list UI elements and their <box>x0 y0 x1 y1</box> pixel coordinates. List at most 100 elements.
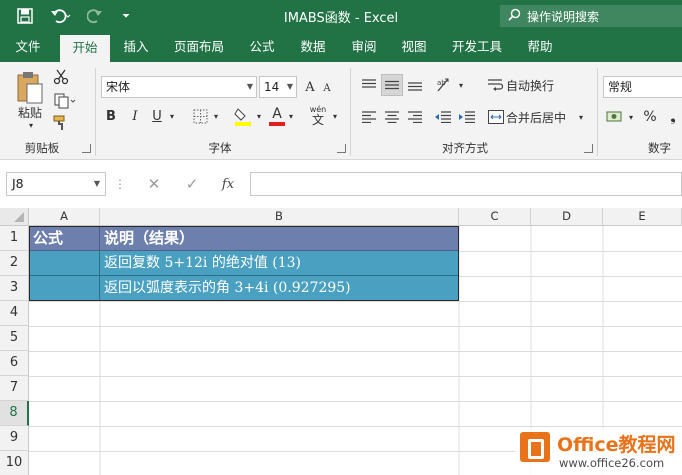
font-color-dropdown-icon[interactable]: ▾ <box>286 108 296 124</box>
font-size-value: 14 <box>264 80 280 94</box>
fill-color-icon[interactable] <box>232 104 254 128</box>
save-icon[interactable] <box>14 5 36 27</box>
align-middle-icon[interactable] <box>381 74 403 96</box>
cut-icon[interactable] <box>52 68 70 86</box>
confirm-entry-icon[interactable]: ✓ <box>178 174 206 194</box>
decrease-indent-icon[interactable] <box>432 106 454 128</box>
alignment-group-label: 对齐方式 <box>442 141 488 155</box>
row-header-3[interactable]: 3 <box>0 276 29 301</box>
format-painter-icon[interactable] <box>52 114 70 132</box>
tab-developer[interactable]: 开发工具 <box>444 32 510 62</box>
insert-function-icon[interactable]: fx <box>214 174 242 194</box>
paste-icon[interactable] <box>12 68 48 108</box>
group-divider <box>95 68 96 156</box>
row-header-8[interactable]: 8 <box>0 401 29 426</box>
wrap-text-button[interactable]: 自动换行 <box>506 74 560 96</box>
italic-button[interactable]: I <box>126 106 144 126</box>
name-box[interactable]: J8 ▼ <box>6 172 106 196</box>
font-size-select[interactable]: 14 ▼ <box>259 76 297 98</box>
row-header-7[interactable]: 7 <box>0 376 29 401</box>
tab-review[interactable]: 审阅 <box>342 32 386 62</box>
paste-button[interactable]: 粘贴 <box>12 104 48 120</box>
borders-icon[interactable] <box>190 106 210 126</box>
row-header-4[interactable]: 4 <box>0 301 29 326</box>
row-header-10[interactable]: 10 <box>0 451 29 475</box>
search-box[interactable]: 操作说明搜索 <box>500 5 682 27</box>
decrease-font-icon[interactable]: A <box>320 80 334 96</box>
align-top-icon[interactable] <box>358 74 380 96</box>
cell-a1[interactable]: 公式 <box>29 226 100 251</box>
align-center-icon[interactable] <box>381 106 403 128</box>
alignment-launcher-icon[interactable] <box>584 144 593 153</box>
align-right-icon[interactable] <box>404 106 426 128</box>
svg-text:ab: ab <box>437 79 446 87</box>
tab-home[interactable]: 开始 <box>60 35 110 62</box>
column-header-a[interactable]: A <box>29 208 100 226</box>
name-box-value: J8 <box>12 176 24 191</box>
accounting-dropdown-icon[interactable]: ▾ <box>626 110 636 124</box>
font-name-select[interactable]: 宋体 ▼ <box>101 76 257 98</box>
row-header-2[interactable]: 2 <box>0 251 29 276</box>
underline-dropdown-icon[interactable]: ▾ <box>166 108 178 124</box>
tab-formulas[interactable]: 公式 <box>240 32 284 62</box>
align-left-icon[interactable] <box>358 106 380 128</box>
formula-bar-grip-icon: ⋮ <box>114 177 126 191</box>
undo-icon[interactable] <box>46 5 76 27</box>
font-launcher-icon[interactable] <box>337 144 346 153</box>
tab-data[interactable]: 数据 <box>290 32 336 62</box>
row-header-5[interactable]: 5 <box>0 326 29 351</box>
ribbon-home: 粘贴 ▾ 剪贴板 宋体 ▼ 14 ▼ A A B I U ▾ ▾ ▾ A ▾ w… <box>0 62 682 160</box>
fill-color-dropdown-icon[interactable]: ▾ <box>254 108 264 124</box>
percent-style-button[interactable]: % <box>640 106 660 128</box>
tab-insert[interactable]: 插入 <box>113 32 159 62</box>
accounting-format-icon[interactable] <box>604 106 626 128</box>
cell-b1[interactable]: 说明（结果） <box>100 226 459 251</box>
font-group-label: 字体 <box>208 141 232 155</box>
orientation-icon[interactable]: ab <box>434 74 456 96</box>
row-header-1[interactable]: 1 <box>0 226 29 251</box>
tab-help[interactable]: 帮助 <box>518 32 562 62</box>
cell-b2[interactable]: 返回复数 5+12i 的绝对值 (13) <box>100 251 459 276</box>
increase-font-icon[interactable]: A <box>302 78 318 96</box>
bold-button[interactable]: B <box>102 106 120 126</box>
cell-a3[interactable] <box>29 276 100 301</box>
formula-input[interactable] <box>250 172 682 196</box>
paste-dropdown-icon[interactable]: ▾ <box>26 120 36 130</box>
underline-button[interactable]: U <box>148 106 166 126</box>
row-header-6[interactable]: 6 <box>0 351 29 376</box>
number-group-label: 数字 <box>648 141 671 155</box>
comma-style-icon[interactable]: ❟ <box>664 106 682 128</box>
copy-icon[interactable] <box>52 92 78 110</box>
orientation-dropdown-icon[interactable]: ▾ <box>456 78 466 92</box>
search-icon <box>508 8 521 24</box>
select-all-button[interactable] <box>0 208 29 226</box>
watermark: Office教程网 www.office26.com <box>515 428 682 475</box>
clipboard-launcher-icon[interactable] <box>82 144 91 153</box>
merge-dropdown-icon[interactable]: ▾ <box>576 110 586 124</box>
cancel-entry-icon[interactable]: ✕ <box>140 174 168 194</box>
borders-dropdown-icon[interactable]: ▾ <box>210 108 222 124</box>
align-bottom-icon[interactable] <box>404 74 426 96</box>
column-header-e[interactable]: E <box>603 208 682 226</box>
column-header-b[interactable]: B <box>100 208 459 226</box>
chevron-down-icon: ▼ <box>286 82 293 91</box>
merge-center-button[interactable]: 合并后居中 <box>506 106 574 128</box>
merge-center-icon <box>486 106 506 128</box>
customize-toolbar-icon[interactable]: ⏷ <box>118 5 134 27</box>
column-header-c[interactable]: C <box>459 208 531 226</box>
increase-indent-icon[interactable] <box>456 106 478 128</box>
phonetic-dropdown-icon[interactable]: ▾ <box>330 108 340 124</box>
tab-view[interactable]: 视图 <box>392 32 436 62</box>
phonetic-guide-icon[interactable]: wén 文 <box>306 104 330 128</box>
tab-page-layout[interactable]: 页面布局 <box>166 32 232 62</box>
font-color-icon[interactable]: A <box>268 104 286 128</box>
redo-icon[interactable] <box>84 5 112 27</box>
column-header-d[interactable]: D <box>531 208 603 226</box>
row-header-9[interactable]: 9 <box>0 426 29 451</box>
number-format-select[interactable]: 常规 <box>603 76 682 98</box>
tab-file[interactable]: 文件 <box>6 32 50 62</box>
cell-b3[interactable]: 返回以弧度表示的角 3+4i (0.927295) <box>100 276 459 301</box>
ribbon-tabs: 文件 开始 插入 页面布局 公式 数据 审阅 视图 开发工具 帮助 <box>0 32 682 62</box>
cell-a2[interactable] <box>29 251 100 276</box>
group-divider <box>597 68 598 156</box>
